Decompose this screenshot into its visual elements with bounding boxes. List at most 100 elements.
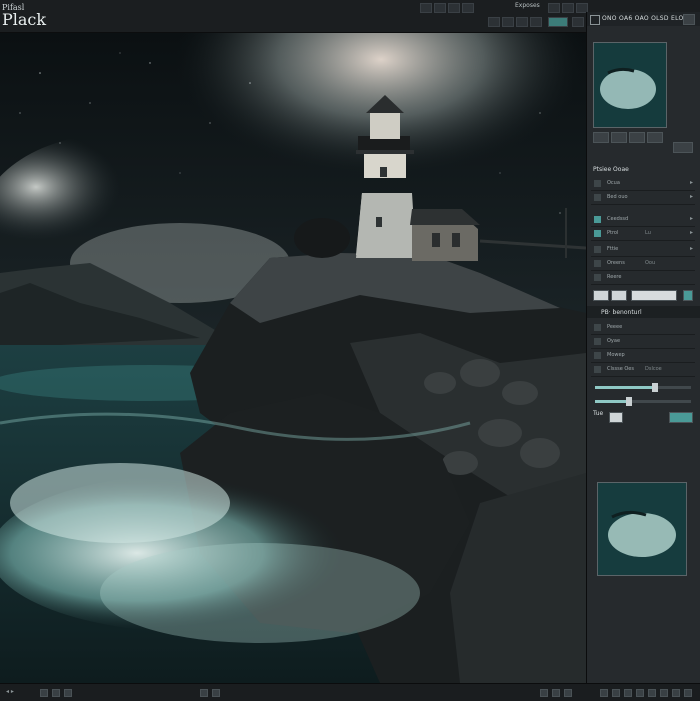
row-swatch [594, 246, 601, 253]
panel-row-7[interactable]: Reere [591, 272, 695, 285]
toolbar-button-2[interactable] [434, 3, 446, 13]
navigator-option-button[interactable] [673, 142, 693, 153]
row-label: Bed ouo [607, 194, 628, 200]
blend-input[interactable] [631, 290, 677, 301]
row-label: Ceedssd [607, 216, 629, 222]
panel-row-8[interactable]: Peeee [591, 322, 695, 335]
status-button-10[interactable] [612, 689, 620, 697]
toolbar-button-6[interactable] [562, 3, 574, 13]
adjustment-slider-1[interactable] [595, 383, 691, 392]
row-label: Ocua [607, 180, 620, 186]
status-button-11[interactable] [624, 689, 632, 697]
panel-row-4[interactable]: Ptrol Lu ▸ [591, 228, 695, 241]
toolbar-button-9[interactable] [502, 17, 514, 27]
row-label: Oyae [607, 338, 621, 344]
panel-row-10[interactable]: Mowep [591, 350, 695, 363]
status-button-12[interactable] [636, 689, 644, 697]
row-arrow-icon: ▸ [689, 245, 693, 252]
navigator-preview[interactable] [593, 42, 667, 128]
blend-swatch-2[interactable] [611, 290, 627, 301]
status-button-6[interactable] [540, 689, 548, 697]
panel-menu-icon[interactable] [590, 15, 600, 25]
app-title-big: Plack [2, 10, 47, 29]
bottom-section-label: Tue [593, 410, 604, 417]
app-title: Pifasl Plack [2, 2, 47, 29]
adjustment-slider-2[interactable] [595, 397, 691, 406]
status-button-7[interactable] [552, 689, 560, 697]
section-title-2: PB· benonturl [601, 309, 642, 316]
section-title-1: Ptsiee Ooae [593, 166, 629, 173]
row-label: Ptrol [607, 230, 619, 236]
status-button-13[interactable] [648, 689, 656, 697]
properties-panel: ONO OA6 OAO OLSD ELO Ptsiee Ooae Ocua ▸ … [586, 12, 700, 683]
row-swatch [594, 274, 601, 281]
row-swatch [594, 194, 601, 201]
row-value: Lu [645, 230, 651, 236]
row-label: Fttie [607, 246, 619, 252]
row-value: Dslcoe [645, 366, 662, 372]
slider-knob[interactable] [625, 397, 632, 406]
zoom-out-button[interactable] [593, 132, 609, 143]
slider-knob[interactable] [651, 383, 658, 392]
row-swatch [594, 324, 601, 331]
status-bar: ◂ ▸ [0, 683, 700, 701]
toolbar-button-1[interactable] [420, 3, 432, 13]
status-button-2[interactable] [52, 689, 60, 697]
status-button-14[interactable] [660, 689, 668, 697]
row-arrow-icon: ▸ [689, 215, 693, 222]
row-swatch [594, 260, 601, 267]
toolbar-button-4[interactable] [462, 3, 474, 13]
status-button-16[interactable] [684, 689, 692, 697]
row-swatch [594, 366, 601, 373]
status-button-4[interactable] [200, 689, 208, 697]
status-button-3[interactable] [64, 689, 72, 697]
panel-row-1[interactable]: Ocua ▸ [591, 178, 695, 191]
row-label: Clssse Oes [607, 366, 634, 372]
blend-toggle[interactable] [683, 290, 693, 301]
panel-row-2[interactable]: Bed ouo ▸ [591, 192, 695, 205]
output-preview[interactable] [597, 482, 687, 576]
row-value: Oou [645, 260, 656, 266]
toolbar-button-3[interactable] [448, 3, 460, 13]
zoom-in-button[interactable] [611, 132, 627, 143]
status-button-8[interactable] [564, 689, 572, 697]
status-button-9[interactable] [600, 689, 608, 697]
row-label: Oreens [607, 260, 625, 266]
status-button-15[interactable] [672, 689, 680, 697]
row-label: Reere [607, 274, 622, 280]
row-arrow-icon: ▸ [689, 229, 693, 236]
blend-swatch-1[interactable] [593, 290, 609, 301]
status-button-5[interactable] [212, 689, 220, 697]
navigator-thumbnail [594, 43, 666, 127]
panel-close-button[interactable] [683, 14, 695, 25]
fit-button[interactable] [629, 132, 645, 143]
panel-header-title: ONO OA6 OAO OLSD ELO [602, 15, 684, 22]
panel-row-3[interactable]: Ceedssd ▸ [591, 214, 695, 227]
panel-row-6[interactable]: Oreens Oou [591, 258, 695, 271]
output-thumbnail [598, 483, 686, 575]
toolbar-button-8[interactable] [488, 17, 500, 27]
panel-row-9[interactable]: Oyae [591, 336, 695, 349]
toolbar-button-11[interactable] [530, 17, 542, 27]
slider-fill [595, 386, 655, 389]
lighthouse-artwork [0, 33, 586, 683]
panel-row-5[interactable]: Fttie ▸ [591, 244, 695, 257]
toolbar-button-5[interactable] [548, 3, 560, 13]
status-button-1[interactable] [40, 689, 48, 697]
status-text: ◂ ▸ [6, 688, 14, 695]
panel-row-11[interactable]: Clssse Oes Dslcoe [591, 364, 695, 377]
toolbar-button-12[interactable] [548, 17, 568, 27]
bottom-swatch[interactable] [609, 412, 623, 423]
row-label: Peeee [607, 324, 623, 330]
row-arrow-icon: ▸ [689, 179, 693, 186]
toolbar-button-10[interactable] [516, 17, 528, 27]
bottom-teal-button[interactable] [669, 412, 693, 423]
row-swatch [594, 216, 601, 223]
row-swatch [594, 338, 601, 345]
image-canvas[interactable] [0, 33, 586, 683]
menu-item-exposes[interactable]: Exposes [515, 2, 540, 9]
toolbar-button-13[interactable] [572, 17, 584, 27]
fill-button[interactable] [647, 132, 663, 143]
row-swatch [594, 352, 601, 359]
slider-fill [595, 400, 629, 403]
